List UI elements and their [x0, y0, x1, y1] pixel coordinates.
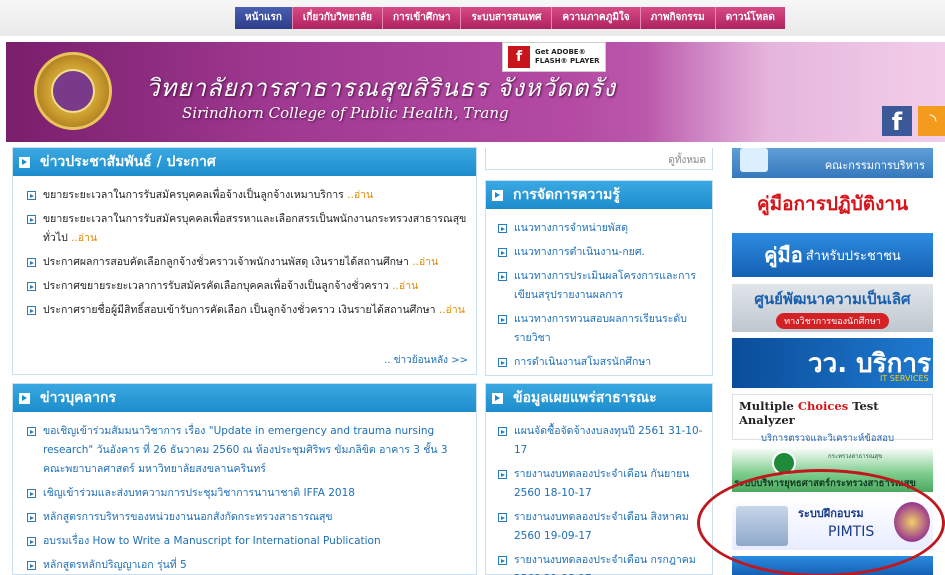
list-item[interactable]: รายงานงบทดลองประจำเดือน กรกฎาคม 2560 21-…	[498, 551, 706, 575]
bullet-icon	[498, 427, 507, 436]
work-manual-banner[interactable]: คู่มือการปฏิบัติงาน	[732, 182, 933, 226]
news-archive-link[interactable]: .. ข่าวย้อนหลัง >>	[384, 353, 468, 368]
excellence-center-banner[interactable]: ศูนย์พัฒนาความเป็นเลิศ ทางวิชาการของนักศ…	[732, 284, 933, 332]
pub-title: ข้อมูลเผยแพร่สาธารณะ	[513, 390, 657, 406]
site-banner: วิทยาลัยการสาธารณสุขสิรินธร จังหวัดตรัง …	[6, 42, 945, 142]
list-item[interactable]: แนวทางการประเมินผลโครงการและการเขียนสรุป…	[498, 267, 706, 305]
list-item[interactable]: ประกาศผลการสอบคัดเลือกลูกจ้างชั่วคราวเจ้…	[27, 253, 470, 272]
nav-download[interactable]: ดาวน์โหลด	[714, 7, 785, 29]
facebook-icon[interactable]: f	[882, 106, 912, 136]
college-seal-logo[interactable]	[34, 52, 112, 130]
bullet-icon	[498, 315, 507, 324]
bullet-icon	[27, 427, 36, 436]
play-bullet-icon	[19, 156, 30, 168]
km-header: การจัดการความรู้	[486, 181, 712, 209]
top-navigation: หน้าแรก เกี่ยวกับวิทยาลัย การเข้าศึกษา ร…	[0, 0, 945, 36]
it-services-banner[interactable]: วว. บริการ IT SERVICES	[732, 338, 933, 388]
nav-about[interactable]: เกี่ยวกับวิทยาลัย	[291, 7, 382, 29]
nav-information-system[interactable]: ระบบสารสนเทศ	[460, 7, 552, 29]
pub-list: แผนจัดซื้อจัดจ้างงบลงทุนปี 2561 31-10-17…	[486, 412, 712, 575]
get-flash-player-badge[interactable]: f Get ADOBE® FLASH® PLAYER	[502, 42, 606, 72]
red-highlight-circle	[697, 469, 945, 575]
test-analyzer-banner[interactable]: Multiple Choices Test Analyzer บริการตรว…	[732, 394, 933, 444]
nav-admission[interactable]: การเข้าศึกษา	[381, 7, 461, 29]
list-item[interactable]: การดำเนินงานสโมสรนักศึกษา	[498, 353, 706, 372]
main-menu: หน้าแรก เกี่ยวกับวิทยาลัย การเข้าศึกษา ร…	[235, 7, 785, 29]
bullet-icon	[27, 561, 36, 570]
citizen-manual-banner[interactable]: คู่มือ สำหรับประชาชน	[732, 233, 933, 277]
nav-home[interactable]: หน้าแรก	[235, 7, 292, 29]
bullet-icon	[27, 282, 36, 291]
bullet-icon	[27, 191, 36, 200]
list-item[interactable]: รายงานงบทดลองประจำเดือน กันยายน 2560 18-…	[498, 465, 706, 503]
play-bullet-icon	[19, 392, 30, 404]
bullet-icon	[27, 537, 36, 546]
bullet-icon	[498, 470, 507, 479]
knowledge-management-panel: การจัดการความรู้ แนวทางการจำหน่ายพัสดุ แ…	[485, 180, 713, 376]
play-bullet-icon	[492, 392, 503, 404]
list-item[interactable]: แผนจัดซื้อจัดจ้างงบลงทุนปี 2561 31-10-17	[498, 422, 706, 460]
list-item[interactable]: หลักสูตรหลักปริญญาเอก รุ่นที่ 5	[27, 556, 470, 575]
list-item[interactable]: แนวทางการทวนสอบผลการเรียนระดับรายวิชา	[498, 310, 706, 348]
college-name-thai: วิทยาลัยการสาธารณสุขสิรินธร จังหวัดตรัง	[146, 74, 616, 102]
bullet-icon	[498, 556, 507, 565]
bullet-icon	[498, 224, 507, 233]
bullet-icon	[27, 513, 36, 522]
board-banner[interactable]: คณะกรรมการบริหาร	[732, 148, 933, 178]
news-title: ข่าวประชาสัมพันธ์ / ประกาศ	[40, 154, 216, 170]
list-item[interactable]: เชิญเข้าร่วมและส่งบทความการประชุมวิชาการ…	[27, 484, 470, 503]
bullet-icon	[27, 258, 36, 267]
staff-list: ขอเชิญเข้าร่วมสัมมนาวิชาการ เรื่อง "Upda…	[13, 412, 476, 575]
list-item[interactable]: ประกาศขยายระยะเวลาการรับสมัครคัดเลือกบุค…	[27, 277, 470, 296]
bullet-icon	[27, 215, 36, 224]
list-item[interactable]: ขยายระยะเวลาในการรับสมัครบุคคลเพื่อสรรหา…	[27, 210, 470, 248]
bullet-icon	[498, 272, 507, 281]
news-panel: ข่าวประชาสัมพันธ์ / ประกาศ ขยายระยะเวลาใ…	[12, 147, 477, 375]
bullet-icon	[498, 248, 507, 257]
bullet-icon	[498, 513, 507, 522]
flash-line2: FLASH® PLAYER	[535, 57, 600, 65]
km-title: การจัดการความรู้	[513, 187, 620, 203]
public-disclosure-panel: ข้อมูลเผยแพร่สาธารณะ แผนจัดซื้อจัดจ้างงบ…	[485, 383, 713, 575]
view-all-link[interactable]: ดูทั้งหมด	[668, 153, 706, 168]
news-list: ขยายระยะเวลาในการรับสมัครบุคคลเพื่อจ้างเ…	[13, 176, 476, 320]
bullet-icon	[498, 358, 507, 367]
flash-icon: f	[508, 46, 530, 68]
list-item[interactable]: แนวทางการจำหน่ายพัสดุ	[498, 219, 706, 238]
nav-activities[interactable]: ภาพกิจกรรม	[639, 7, 715, 29]
staff-news-panel: ข่าวบุคลากร ขอเชิญเข้าร่วมสัมมนาวิชาการ …	[12, 383, 477, 575]
flash-line1: Get ADOBE®	[535, 48, 586, 56]
bullet-icon	[27, 489, 36, 498]
list-item[interactable]: ขอเชิญเข้าร่วมสัมมนาวิชาการ เรื่อง "Upda…	[27, 422, 470, 479]
pub-header: ข้อมูลเผยแพร่สาธารณะ	[486, 384, 712, 412]
staff-title: ข่าวบุคลากร	[40, 390, 116, 406]
play-bullet-icon	[492, 189, 503, 201]
list-item[interactable]: หลักสูตรการบริหารของหน่วยงานนอกสังกัดกระ…	[27, 508, 470, 527]
list-item[interactable]: รายงานงบทดลองประจำเดือน สิงหาคม 2560 19-…	[498, 508, 706, 546]
list-item[interactable]: อบรมเรื่อง How to Write a Manuscript for…	[27, 532, 470, 551]
bullet-icon	[27, 306, 36, 315]
km-list: แนวทางการจำหน่ายพัสดุ แนวทางการดำเนินงาน…	[486, 209, 712, 372]
staff-header: ข่าวบุคลากร	[13, 384, 476, 412]
news-header: ข่าวประชาสัมพันธ์ / ประกาศ	[13, 148, 476, 176]
nav-pride[interactable]: ความภาคภูมิใจ	[551, 7, 640, 29]
previous-panel-footer: ดูทั้งหมด	[485, 148, 713, 170]
list-item[interactable]: ขยายระยะเวลาในการรับสมัครบุคคลเพื่อจ้างเ…	[27, 186, 470, 205]
college-name-english: Sirindhorn College of Public Health, Tra…	[182, 104, 509, 122]
list-item[interactable]: แนวทางการดำเนินงาน-กยศ.	[498, 243, 706, 262]
list-item[interactable]: ประกาศรายชื่อผู้มีสิทธิ์สอบเข้ารับการคัด…	[27, 301, 470, 320]
rss-icon[interactable]: ◝	[918, 106, 945, 136]
board-icon	[740, 148, 768, 172]
